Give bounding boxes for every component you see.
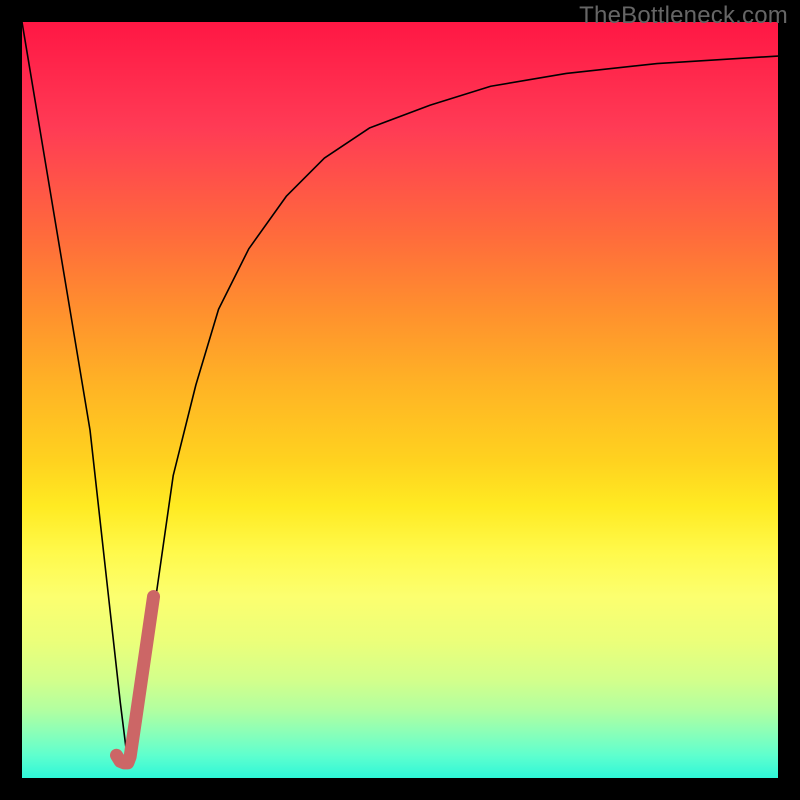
bottleneck-curve — [22, 22, 778, 763]
chart-svg — [22, 22, 778, 778]
chart-plot-area — [22, 22, 778, 778]
chart-frame: TheBottleneck.com — [0, 0, 800, 800]
watermark-text: TheBottleneck.com — [579, 2, 788, 30]
selection-marker — [117, 597, 154, 763]
